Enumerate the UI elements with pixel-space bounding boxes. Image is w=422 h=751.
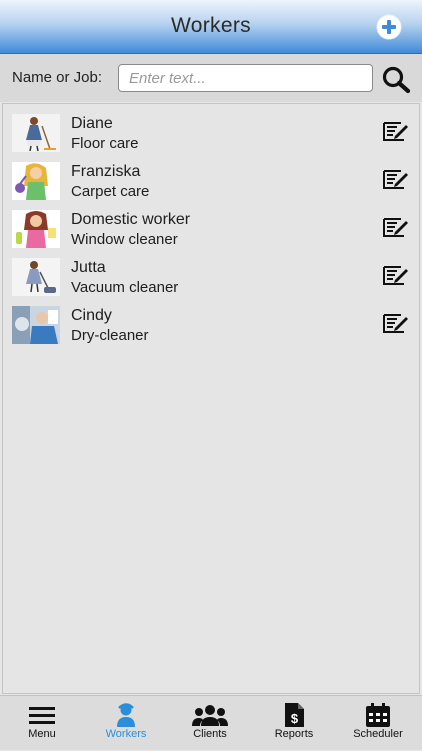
tab-clients[interactable]: Clients [168, 696, 252, 751]
worker-job: Carpet care [71, 183, 150, 200]
worker-job: Dry-cleaner [71, 327, 149, 344]
worker-photo [12, 162, 60, 200]
worker-name: Cindy [71, 307, 112, 324]
hamburger-icon [29, 707, 55, 724]
worker-photo [12, 258, 60, 296]
worker-icon [117, 703, 135, 727]
worker-row[interactable]: Cindy Dry-cleaner [3, 301, 419, 349]
worker-name: Diane [71, 115, 113, 132]
tab-label: Menu [28, 728, 56, 740]
worker-photo [12, 210, 60, 248]
search-label: Name or Job: [12, 69, 103, 86]
worker-row[interactable]: Franziska Carpet care [3, 157, 419, 205]
add-worker-button[interactable] [376, 14, 402, 40]
svg-text:$: $ [291, 711, 299, 726]
tab-workers[interactable]: Workers [84, 696, 168, 751]
tab-menu[interactable]: Menu [0, 696, 84, 751]
tab-label: Reports [274, 728, 314, 740]
tab-label: Scheduler [353, 728, 403, 740]
worker-job: Window cleaner [71, 231, 178, 248]
worker-row[interactable]: Jutta Vacuum cleaner [3, 253, 419, 301]
edit-note-icon[interactable] [381, 168, 409, 192]
worker-name: Jutta [71, 259, 106, 276]
search-input[interactable] [118, 64, 373, 92]
worker-row[interactable]: Domestic worker Window cleaner [3, 205, 419, 253]
worker-name: Domestic worker [71, 211, 191, 228]
search-bar: Name or Job: [0, 54, 422, 102]
report-dollar-icon: $ [285, 703, 304, 727]
header-bar: Workers [0, 0, 422, 54]
edit-note-icon[interactable] [381, 120, 409, 144]
tab-scheduler[interactable]: Scheduler [336, 696, 420, 751]
group-icon [192, 705, 228, 726]
worker-name: Franziska [71, 163, 141, 180]
edit-note-icon[interactable] [381, 264, 409, 288]
tab-reports[interactable]: $ Reports [252, 696, 336, 751]
tab-label: Clients [193, 728, 227, 740]
edit-note-icon[interactable] [381, 312, 409, 336]
worker-photo [12, 306, 60, 344]
worker-row[interactable]: Diane Floor care [3, 109, 419, 157]
search-icon[interactable] [381, 66, 411, 94]
worker-list: Diane Floor care Franziska Carpet care D… [2, 103, 420, 694]
worker-photo [12, 114, 60, 152]
tab-bar: Menu Workers Clients $ Reports Scheduler [0, 695, 422, 750]
worker-job: Floor care [71, 135, 139, 152]
tab-label: Workers [105, 728, 147, 740]
worker-job: Vacuum cleaner [71, 279, 179, 296]
edit-note-icon[interactable] [381, 216, 409, 240]
calendar-icon [366, 703, 390, 727]
page-title: Workers [171, 14, 251, 37]
